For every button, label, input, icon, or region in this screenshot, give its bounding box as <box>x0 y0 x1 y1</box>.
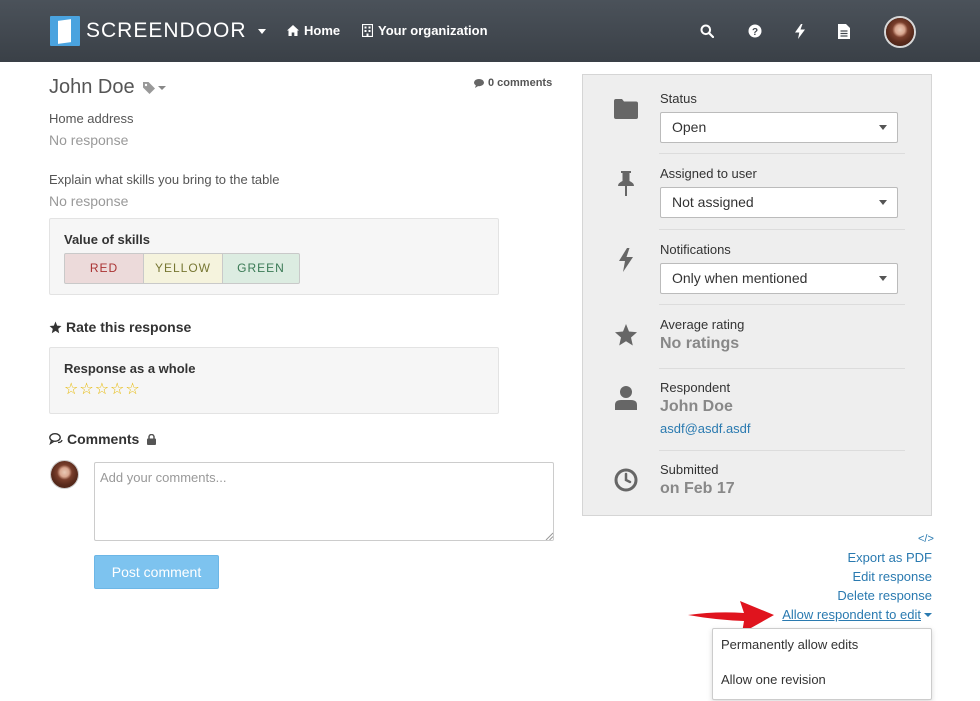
respondent-name-heading: John Doe <box>49 76 135 98</box>
pushpin-icon <box>613 171 639 197</box>
screendoor-logo-icon <box>50 16 80 46</box>
divider <box>659 153 905 154</box>
tag-menu-button[interactable] <box>142 81 166 94</box>
skills-box: Value of skills RED YELLOW GREEN <box>49 218 499 295</box>
rating-box-label: Response as a whole <box>64 361 196 376</box>
lock-icon <box>147 433 157 445</box>
bolt-icon <box>613 247 639 273</box>
skills-label: Value of skills <box>64 232 150 247</box>
divider <box>659 450 905 451</box>
notifications-select[interactable]: Only when mentioned <box>660 263 898 294</box>
nav-organization-label: Your organization <box>378 23 488 38</box>
comments-icon <box>49 433 63 445</box>
edit-response-link[interactable]: Edit response <box>853 569 933 584</box>
search-button[interactable] <box>699 23 715 39</box>
export-pdf-link[interactable]: Export as PDF <box>847 550 932 565</box>
assigned-label: Assigned to user <box>660 166 757 181</box>
chevron-down-icon <box>157 85 166 90</box>
star-outline-icon[interactable]: ☆ <box>64 382 78 398</box>
delete-response-link[interactable]: Delete response <box>837 588 932 603</box>
skill-option-yellow[interactable]: YELLOW <box>144 253 223 284</box>
divider <box>659 229 905 230</box>
rate-section-label: Rate this response <box>66 319 192 335</box>
star-outline-icon[interactable]: ☆ <box>79 382 93 398</box>
respondent-email-link[interactable]: asdf@asdf.asdf <box>660 421 751 436</box>
embed-code-icon[interactable]: </> <box>918 533 934 545</box>
brand-menu[interactable]: SCREENDOOR <box>50 16 266 46</box>
tag-icon <box>142 81 155 94</box>
top-navbar: SCREENDOOR Home Your organization ? <box>0 0 980 62</box>
svg-text:?: ? <box>752 27 758 38</box>
nav-home-link[interactable]: Home <box>287 23 340 38</box>
response-details-panel: Status Open Assigned to user Not assigne… <box>582 74 932 516</box>
assigned-user-select[interactable]: Not assigned <box>660 187 898 218</box>
field-value: No response <box>49 193 129 209</box>
home-icon <box>287 25 299 36</box>
rating-box: Response as a whole ☆ ☆ ☆ ☆ ☆ <box>49 347 499 414</box>
comment-textarea[interactable] <box>94 462 554 541</box>
average-rating-value: No ratings <box>660 335 740 352</box>
clock-icon <box>613 467 639 493</box>
skill-option-red[interactable]: RED <box>64 253 144 284</box>
field-value: No response <box>49 132 129 148</box>
resize-handle-icon[interactable] <box>545 532 553 540</box>
chevron-down-icon <box>257 28 266 34</box>
help-button[interactable]: ? <box>747 23 763 39</box>
star-outline-icon[interactable]: ☆ <box>110 382 124 398</box>
brand-name: SCREENDOOR <box>86 19 247 42</box>
status-select[interactable]: Open <box>660 112 898 143</box>
field-label: Explain what skills you bring to the tab… <box>49 172 280 187</box>
comments-count-label: 0 comments <box>488 77 553 89</box>
star-icon <box>613 322 639 348</box>
dropdown-item-one-revision[interactable]: Allow one revision <box>721 672 826 687</box>
comments-section-title: Comments <box>49 431 160 447</box>
user-avatar[interactable] <box>884 16 916 48</box>
folder-icon <box>613 96 639 122</box>
help-icon: ? <box>748 24 762 38</box>
allow-respondent-edit-toggle[interactable]: Allow respondent to edit <box>782 607 932 622</box>
comments-section-label: Comments <box>67 431 140 447</box>
notifications-label: Notifications <box>660 242 731 257</box>
building-icon <box>362 24 373 37</box>
skills-segmented-control: RED YELLOW GREEN <box>64 253 300 284</box>
star-icon <box>49 321 62 333</box>
allow-edit-dropdown-menu: Permanently allow edits Allow one revisi… <box>712 628 932 700</box>
submitted-label: Submitted <box>660 462 719 477</box>
user-icon <box>613 385 639 411</box>
field-label: Home address <box>49 111 134 126</box>
document-icon <box>838 23 850 39</box>
search-icon <box>700 24 714 38</box>
documents-button[interactable] <box>836 23 852 39</box>
divider <box>659 368 905 369</box>
response-title: John Doe <box>49 76 166 99</box>
star-outline-icon[interactable]: ☆ <box>125 382 139 398</box>
activity-button[interactable] <box>792 23 808 39</box>
divider <box>659 304 905 305</box>
status-label: Status <box>660 91 697 106</box>
allow-edit-label: Allow respondent to edit <box>782 607 921 622</box>
comments-icon <box>474 78 484 88</box>
dropdown-item-permanent[interactable]: Permanently allow edits <box>721 637 858 652</box>
post-comment-button[interactable]: Post comment <box>94 555 219 589</box>
chevron-down-icon <box>924 613 932 617</box>
nav-organization-link[interactable]: Your organization <box>362 23 488 38</box>
star-outline-icon[interactable]: ☆ <box>95 382 109 398</box>
respondent-label: Respondent <box>660 380 731 395</box>
nav-home-label: Home <box>304 23 341 38</box>
commenter-avatar <box>50 460 79 489</box>
skill-option-green[interactable]: GREEN <box>223 253 300 284</box>
respondent-name: John Doe <box>660 398 733 415</box>
rate-section-title: Rate this response <box>49 319 191 335</box>
comments-count-link[interactable]: 0 comments <box>474 77 552 89</box>
bolt-icon <box>795 23 805 39</box>
average-rating-label: Average rating <box>660 317 745 332</box>
star-rating-input: ☆ ☆ ☆ ☆ ☆ <box>64 382 140 398</box>
submitted-value: on Feb 17 <box>660 480 735 497</box>
